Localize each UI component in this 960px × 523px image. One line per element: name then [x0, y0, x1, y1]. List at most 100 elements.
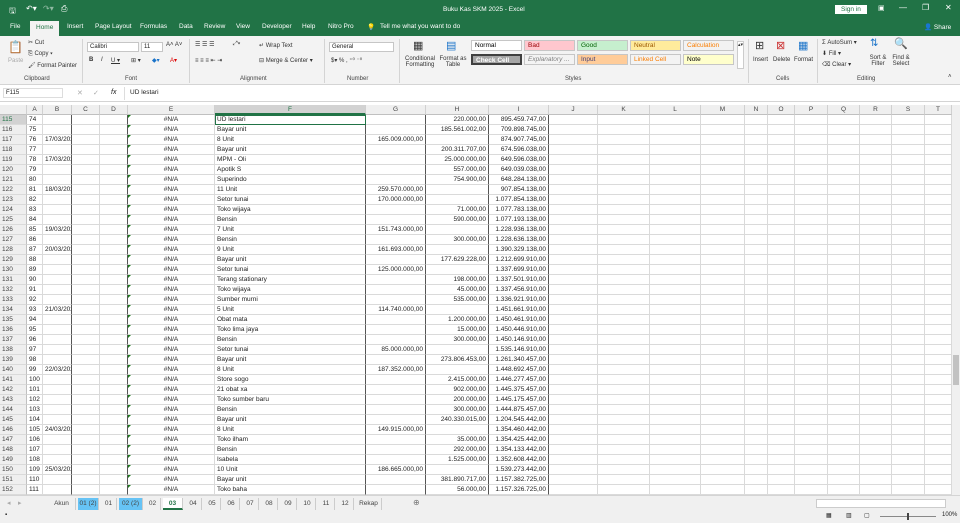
row-header[interactable]: 141 [0, 375, 27, 385]
cell-f[interactable]: 11 Unit [215, 185, 366, 195]
cell-t[interactable] [925, 435, 952, 445]
cell-b[interactable]: 22/03/2025 [43, 365, 72, 375]
cell-c[interactable] [72, 205, 100, 215]
cell-t[interactable] [925, 185, 952, 195]
cell-a[interactable]: 78 [27, 155, 43, 165]
cell-k[interactable] [598, 315, 650, 325]
cell-f[interactable]: Bayar unit [215, 145, 366, 155]
cell-b[interactable] [43, 355, 72, 365]
cell-d[interactable] [100, 145, 128, 155]
cell-r[interactable] [860, 125, 892, 135]
cell-a[interactable]: 86 [27, 235, 43, 245]
cell-q[interactable] [828, 155, 860, 165]
cell-r[interactable] [860, 465, 892, 475]
tab-insert[interactable]: Insert [67, 23, 83, 30]
cell-i[interactable]: 648.284.138,00 [489, 175, 549, 185]
style-normal[interactable]: Normal [471, 40, 522, 51]
cell-j[interactable] [549, 325, 598, 335]
cell-t[interactable] [925, 255, 952, 265]
cell-g[interactable] [366, 415, 426, 425]
cell-q[interactable] [828, 365, 860, 375]
sheet-tab[interactable]: 11 [318, 498, 335, 510]
row-header[interactable]: 150 [0, 465, 27, 475]
cell-k[interactable] [598, 185, 650, 195]
cell-r[interactable] [860, 225, 892, 235]
cell-h[interactable]: 1.200.000,00 [426, 315, 489, 325]
minimize-button[interactable]: — [899, 3, 907, 12]
cell-g[interactable] [366, 435, 426, 445]
cell-g[interactable]: 114.740.000,00 [366, 305, 426, 315]
cell-k[interactable] [598, 295, 650, 305]
cell-f[interactable]: 5 Unit [215, 305, 366, 315]
cell-k[interactable] [598, 265, 650, 275]
cell-d[interactable] [100, 165, 128, 175]
cell-j[interactable] [549, 225, 598, 235]
cell-a[interactable]: 110 [27, 475, 43, 485]
cell-p[interactable] [795, 145, 828, 155]
cell-n[interactable] [745, 145, 768, 155]
cell-n[interactable] [745, 275, 768, 285]
cell-e[interactable]: #N/A [128, 155, 215, 165]
tab-developer[interactable]: Developer [262, 23, 292, 30]
cell-f[interactable]: Store sogo [215, 375, 366, 385]
cell-a[interactable]: 82 [27, 195, 43, 205]
cell-i[interactable]: 1.352.608.442,00 [489, 455, 549, 465]
italic-button[interactable]: I [101, 57, 103, 63]
cell-n[interactable] [745, 345, 768, 355]
row-header[interactable]: 148 [0, 445, 27, 455]
cell-d[interactable] [100, 395, 128, 405]
cell-a[interactable]: 96 [27, 335, 43, 345]
cell-c[interactable] [72, 385, 100, 395]
row-header[interactable]: 145 [0, 415, 27, 425]
cell-i[interactable]: 1.446.277.457,00 [489, 375, 549, 385]
select-all-corner[interactable] [0, 105, 27, 115]
sheet-nav-prev[interactable]: ◂ [7, 499, 11, 507]
style-calculation[interactable]: Calculation [683, 40, 734, 51]
row-header[interactable]: 149 [0, 455, 27, 465]
cell-n[interactable] [745, 355, 768, 365]
cell-a[interactable]: 109 [27, 465, 43, 475]
cell-a[interactable]: 88 [27, 255, 43, 265]
cell-f[interactable]: Obat mata [215, 315, 366, 325]
cell-q[interactable] [828, 445, 860, 455]
cell-b[interactable] [43, 415, 72, 425]
cell-t[interactable] [925, 365, 952, 375]
cell-t[interactable] [925, 315, 952, 325]
cell-e[interactable]: #N/A [128, 325, 215, 335]
cell-s[interactable] [892, 215, 925, 225]
cell-g[interactable] [366, 145, 426, 155]
cell-l[interactable] [650, 125, 701, 135]
cell-p[interactable] [795, 375, 828, 385]
cell-d[interactable] [100, 485, 128, 495]
cell-k[interactable] [598, 285, 650, 295]
cell-i[interactable]: 1.077.854.138,00 [489, 195, 549, 205]
cell-i[interactable]: 709.898.745,00 [489, 125, 549, 135]
find-select-icon[interactable]: 🔍 [894, 37, 908, 50]
cell-s[interactable] [892, 265, 925, 275]
cell-t[interactable] [925, 115, 952, 125]
cell-a[interactable]: 97 [27, 345, 43, 355]
cell-o[interactable] [768, 245, 795, 255]
cell-i[interactable]: 649.039.038,00 [489, 165, 549, 175]
cell-l[interactable] [650, 275, 701, 285]
cell-i[interactable]: 1.448.692.457,00 [489, 365, 549, 375]
cell-n[interactable] [745, 175, 768, 185]
cell-h[interactable]: 220.000,00 [426, 115, 489, 125]
cell-l[interactable] [650, 185, 701, 195]
cell-r[interactable] [860, 155, 892, 165]
cell-r[interactable] [860, 455, 892, 465]
cell-l[interactable] [650, 205, 701, 215]
cell-b[interactable] [43, 385, 72, 395]
sheet-tab[interactable]: 04 [185, 498, 202, 510]
cell-p[interactable] [795, 385, 828, 395]
cell-r[interactable] [860, 295, 892, 305]
cell-c[interactable] [72, 355, 100, 365]
cell-l[interactable] [650, 225, 701, 235]
cell-s[interactable] [892, 415, 925, 425]
cell-l[interactable] [650, 485, 701, 495]
cell-d[interactable] [100, 115, 128, 125]
sheet-tab[interactable]: 06 [223, 498, 240, 510]
cell-b[interactable] [43, 395, 72, 405]
cell-j[interactable] [549, 125, 598, 135]
row-header[interactable]: 146 [0, 425, 27, 435]
